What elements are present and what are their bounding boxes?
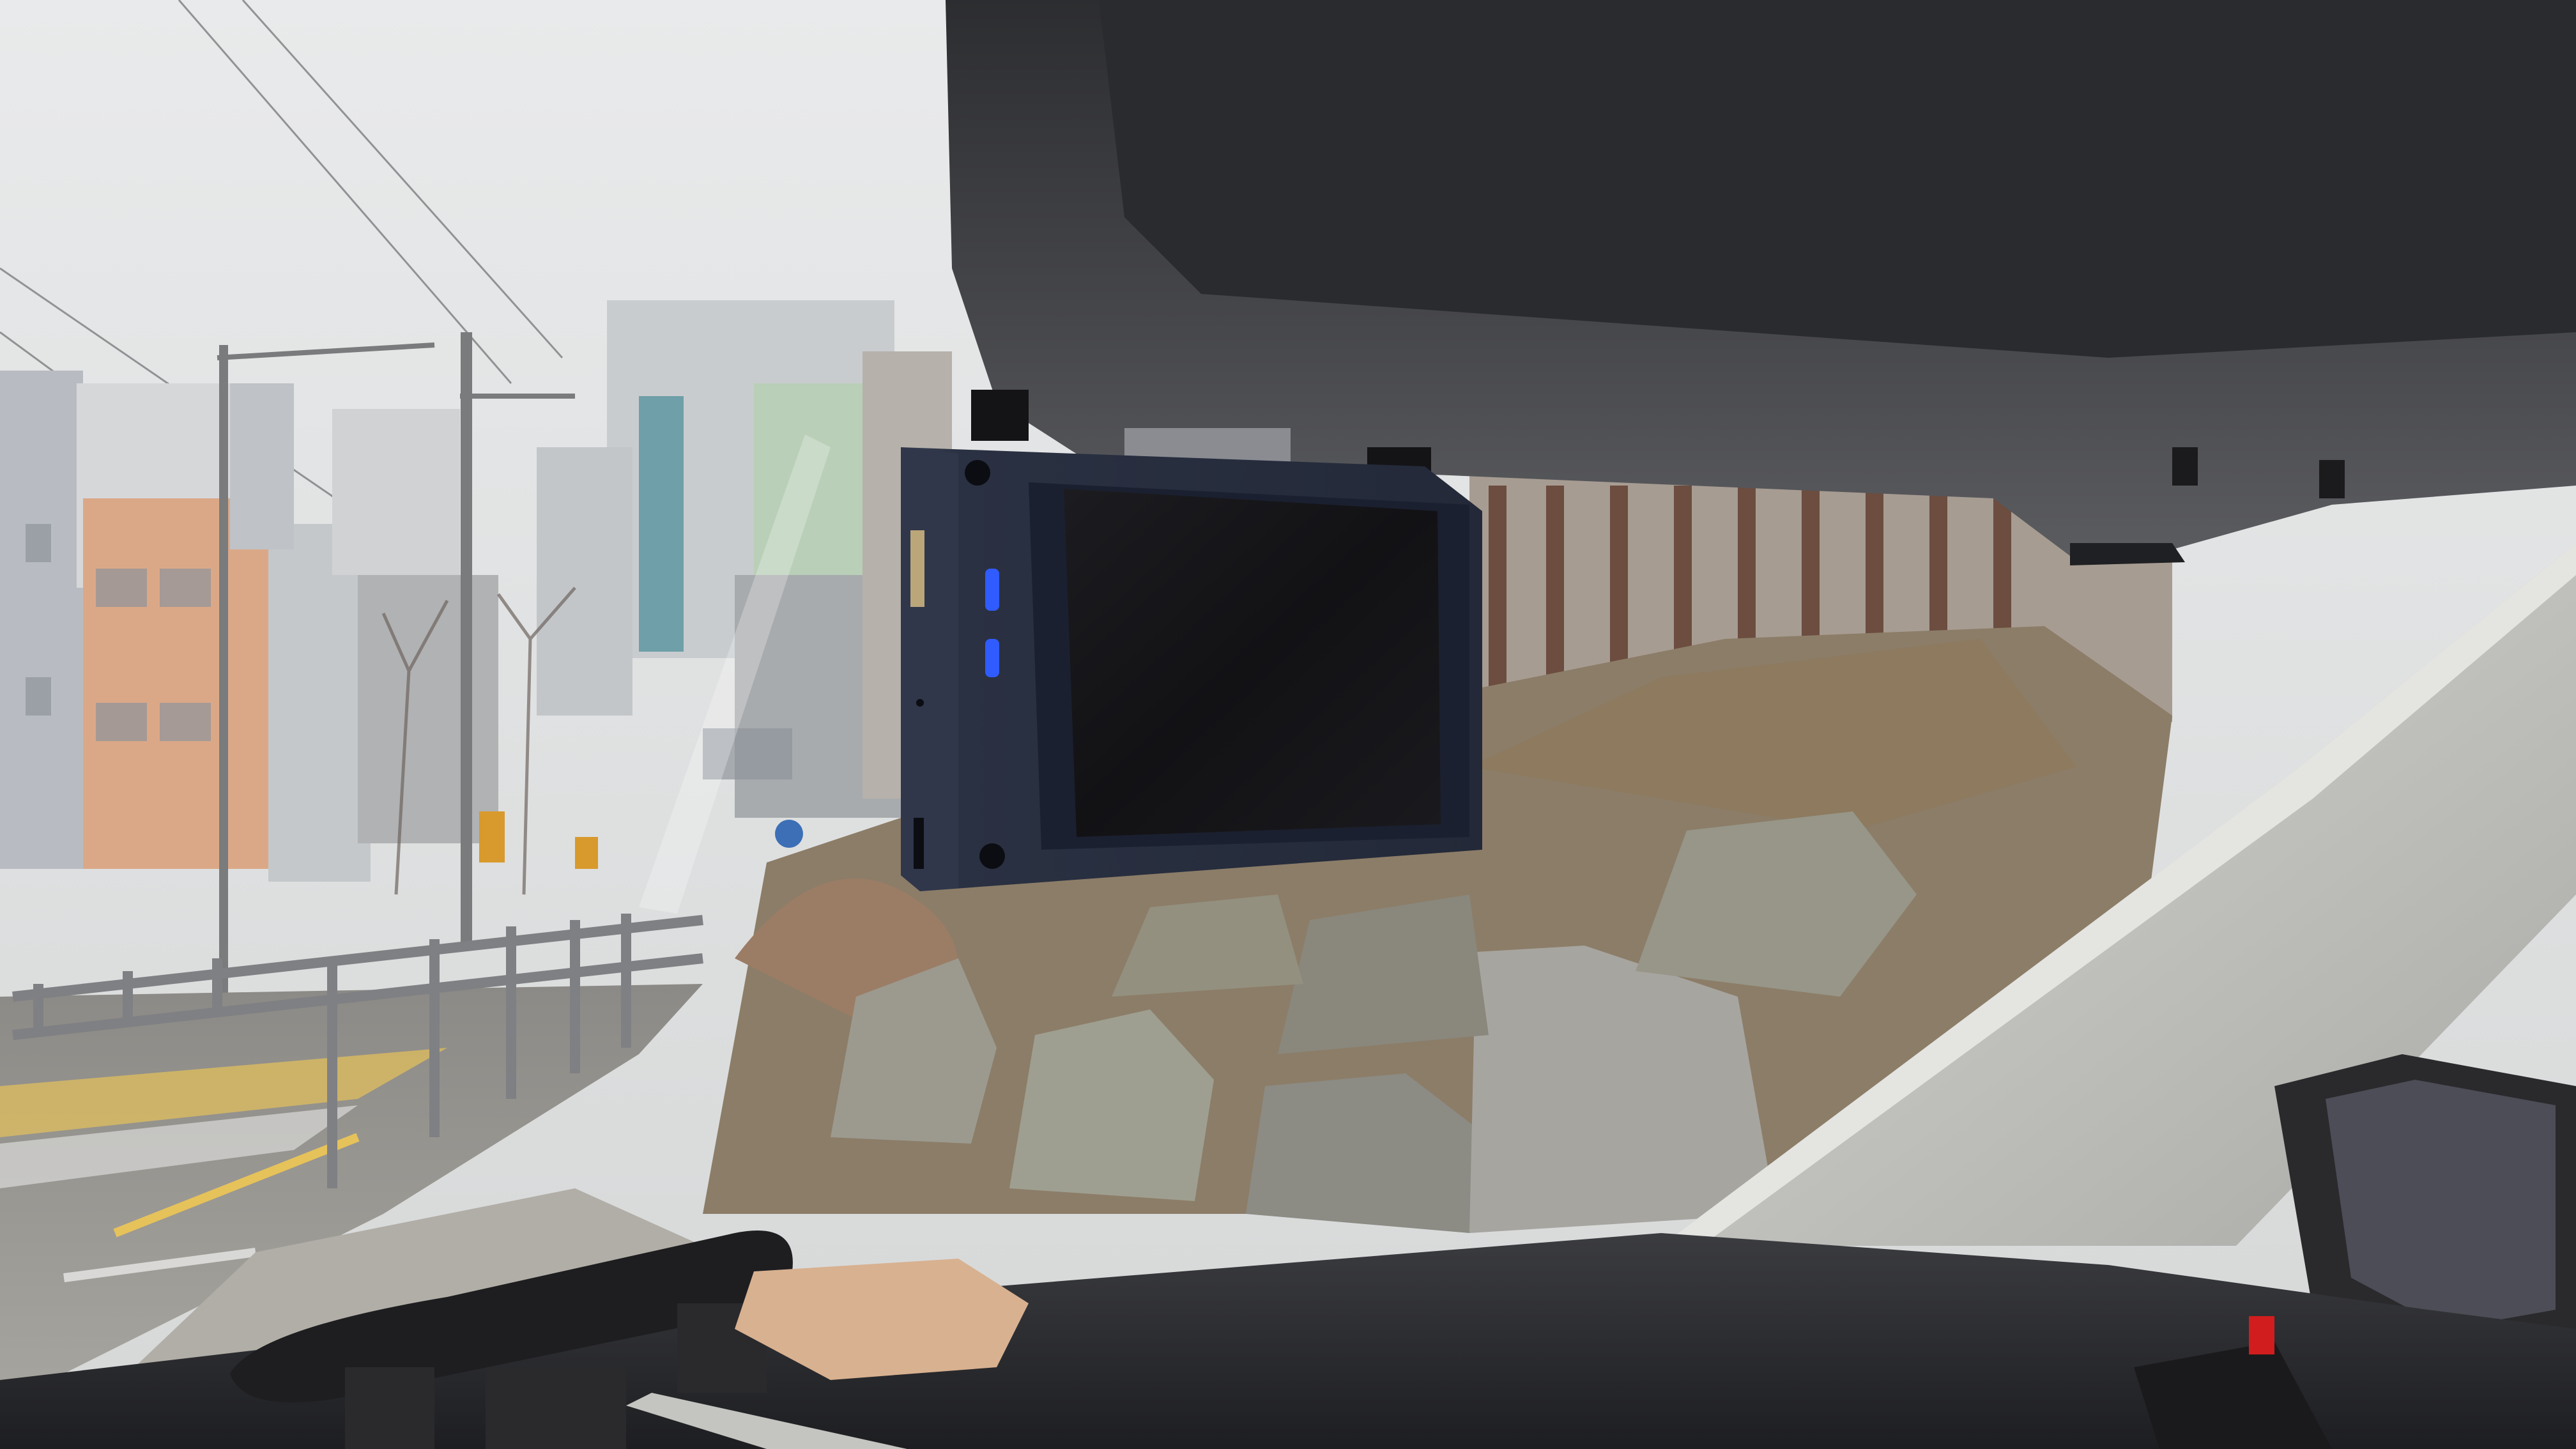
scene-svg: [0, 0, 2576, 1449]
indicator-led: [985, 569, 999, 611]
dash-cam: [901, 390, 1482, 891]
street-sign: [575, 837, 598, 869]
street-sign: [479, 811, 505, 862]
dashcam-screen: [1064, 489, 1441, 837]
photo-scene: [0, 0, 2576, 1449]
indicator-led: [985, 639, 999, 677]
street-sign: [775, 820, 803, 848]
